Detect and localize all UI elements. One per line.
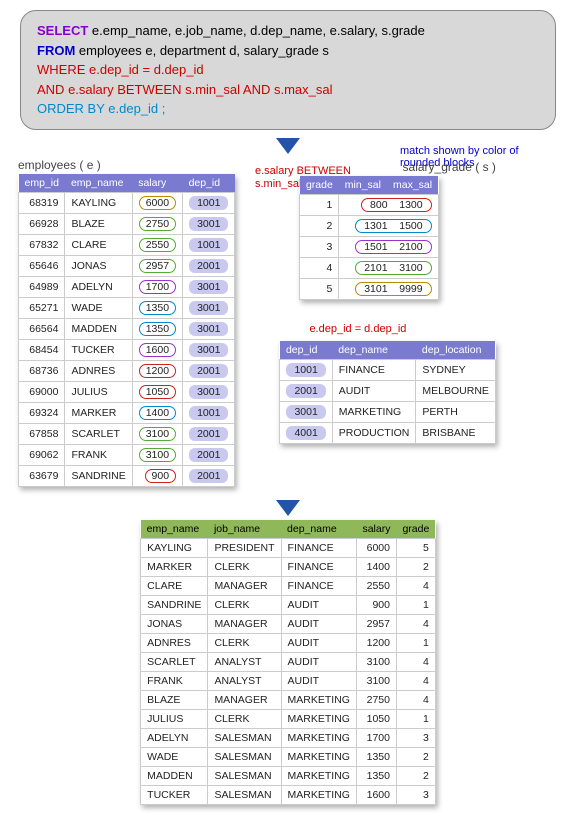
table-row: 4001PRODUCTIONBRISBANE (280, 422, 495, 443)
from-tables: employees e, department d, salary_grade … (75, 43, 329, 58)
select-cols: e.emp_name, e.job_name, d.dep_name, e.sa… (88, 23, 425, 38)
employees-label: employees ( e ) (18, 158, 235, 172)
department-table: dep_iddep_namedep_location 1001FINANCESY… (279, 341, 495, 444)
table-row: 68736ADNRES12002001 (19, 360, 235, 381)
and-clause: e.salary BETWEEN s.min_sal AND s.max_sal (64, 82, 332, 97)
table-row: SANDRINECLERKAUDIT9001 (141, 595, 436, 614)
table-row: 66564MADDEN13503001 (19, 318, 235, 339)
where-clause: e.dep_id = d.dep_id (85, 62, 203, 77)
table-row: 65646JONAS29572001 (19, 255, 235, 276)
result-table: emp_namejob_namedep_namesalarygrade KAYL… (140, 520, 436, 805)
table-row: ADNRESCLERKAUDIT12001 (141, 633, 436, 652)
table-row: 31501 2100 (300, 236, 438, 257)
table-row: 1800 1300 (300, 194, 438, 215)
table-row: JULIUSCLERKMARKETING10501 (141, 709, 436, 728)
table-row: JONASMANAGERAUDIT29574 (141, 614, 436, 633)
sql-query-box: SELECT e.emp_name, e.job_name, d.dep_nam… (20, 10, 556, 130)
salary-grade-table: grademin_salmax_sal 1800 130021301 15003… (299, 176, 438, 300)
table-row: 69062FRANK31002001 (19, 444, 235, 465)
table-row: 21301 1500 (300, 215, 438, 236)
table-row: SCARLETANALYSTAUDIT31004 (141, 652, 436, 671)
order-clause: e.dep_id ; (105, 101, 166, 116)
table-row: 1001FINANCESYDNEY (280, 359, 495, 380)
employees-table: emp_idemp_namesalarydep_id 68319KAYLING6… (18, 174, 235, 487)
table-row: 69324MARKER14001001 (19, 402, 235, 423)
table-row: 68319KAYLING60001001 (19, 192, 235, 213)
table-row: KAYLINGPRESIDENTFINANCE60005 (141, 538, 436, 557)
table-row: 67858SCARLET31002001 (19, 423, 235, 444)
col-emp_id: emp_id (19, 174, 65, 193)
table-row: FRANKANALYSTAUDIT31004 (141, 671, 436, 690)
employees-block: employees ( e ) emp_idemp_namesalarydep_… (18, 158, 235, 490)
salary-grade-label: salary_grade ( s ) (259, 160, 495, 174)
table-row: MADDENSALESMANMARKETING13502 (141, 766, 436, 785)
table-row: 53101 9999 (300, 278, 438, 299)
arrow-down-icon (276, 138, 300, 154)
table-row: CLAREMANAGERFINANCE25504 (141, 576, 436, 595)
table-row: 64989ADELYN17003001 (19, 276, 235, 297)
table-row: BLAZEMANAGERMARKETING27504 (141, 690, 436, 709)
table-row: 3001MARKETINGPERTH (280, 401, 495, 422)
table-row: 68454TUCKER16003001 (19, 339, 235, 360)
table-row: 2001AUDITMELBOURNE (280, 380, 495, 401)
table-row: WADESALESMANMARKETING13502 (141, 747, 436, 766)
kw-order: ORDER BY (37, 101, 105, 116)
table-row: TUCKERSALESMANMARKETING16003 (141, 785, 436, 804)
col-salary: salary (132, 174, 182, 193)
kw-where: WHERE (37, 62, 85, 77)
arrow-down-icon (276, 500, 300, 516)
table-row: 42101 3100 (300, 257, 438, 278)
table-row: MARKERCLERKFINANCE14002 (141, 557, 436, 576)
kw-select: SELECT (37, 23, 88, 38)
kw-and: AND (37, 82, 64, 97)
col-emp_name: emp_name (65, 174, 132, 193)
col-dep_id: dep_id (183, 174, 235, 193)
table-row: ADELYNSALESMANMARKETING17003 (141, 728, 436, 747)
table-row: 65271WADE13503001 (19, 297, 235, 318)
table-row: 69000JULIUS10503001 (19, 381, 235, 402)
table-row: 63679SANDRINE9002001 (19, 465, 235, 486)
table-row: 66928BLAZE27503001 (19, 213, 235, 234)
table-row: 67832CLARE25501001 (19, 234, 235, 255)
kw-from: FROM (37, 43, 75, 58)
dep-join-annot: e.dep_id = d.dep_id (309, 323, 545, 335)
